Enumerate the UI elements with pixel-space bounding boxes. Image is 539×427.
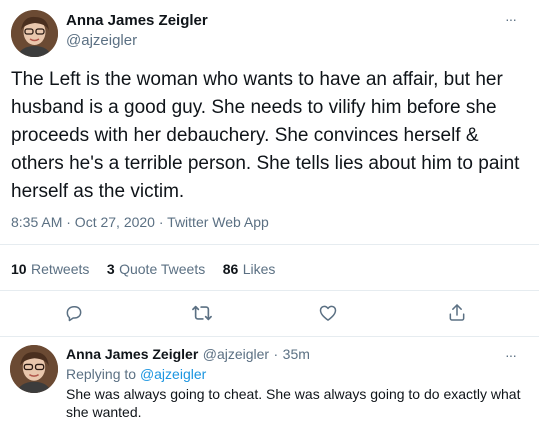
author-name[interactable]: Anna James Zeigler bbox=[66, 12, 208, 29]
divider bbox=[0, 290, 539, 291]
likes-stat[interactable]: 86 Likes bbox=[223, 261, 276, 278]
divider bbox=[0, 336, 539, 337]
tweet-text: The Left is the woman who wants to have … bbox=[11, 69, 520, 202]
reply-time[interactable]: 35m bbox=[283, 346, 310, 362]
tweet-timestamp[interactable]: 8:35 AM · Oct 27, 2020 · Twitter Web App bbox=[11, 214, 269, 230]
retweet-icon[interactable] bbox=[191, 303, 213, 323]
likes-label: Likes bbox=[242, 261, 276, 277]
reply-icon[interactable] bbox=[64, 303, 84, 323]
replying-to-handle[interactable]: @ajzeigler bbox=[140, 366, 206, 382]
more-options-icon[interactable]: ··· bbox=[505, 12, 517, 26]
reply-separator: · bbox=[273, 346, 279, 362]
likes-count: 86 bbox=[222, 261, 239, 277]
reply-more-options-icon[interactable]: ··· bbox=[505, 348, 517, 362]
replying-to-prefix: Replying to bbox=[66, 366, 137, 382]
reply-author-avatar[interactable] bbox=[10, 345, 58, 393]
reply-text: She was always going to cheat. She was a… bbox=[66, 386, 521, 420]
share-icon[interactable] bbox=[447, 302, 467, 323]
divider bbox=[0, 244, 539, 245]
author-handle[interactable]: @ajzeigler bbox=[66, 32, 137, 49]
retweets-label: Retweets bbox=[31, 261, 90, 277]
quote-label: Quote Tweets bbox=[119, 261, 206, 277]
reply-author-name[interactable]: Anna James Zeigler bbox=[66, 346, 198, 362]
replying-to: Replying to @ajzeigler bbox=[66, 366, 206, 382]
author-avatar[interactable] bbox=[11, 10, 58, 57]
heart-icon[interactable] bbox=[318, 303, 338, 323]
stats-row: 10 Retweets 3 Quote Tweets 86 Likes bbox=[11, 261, 275, 279]
reply-header: Anna James Zeigler @ajzeigler · 35m bbox=[66, 346, 310, 364]
reply-author-handle[interactable]: @ajzeigler bbox=[203, 346, 269, 362]
retweets-stat[interactable]: 10 Retweets bbox=[11, 261, 94, 278]
retweets-count: 10 bbox=[11, 261, 27, 277]
quote-tweets-stat[interactable]: 3 Quote Tweets bbox=[107, 261, 210, 278]
quote-count: 3 bbox=[106, 261, 115, 277]
